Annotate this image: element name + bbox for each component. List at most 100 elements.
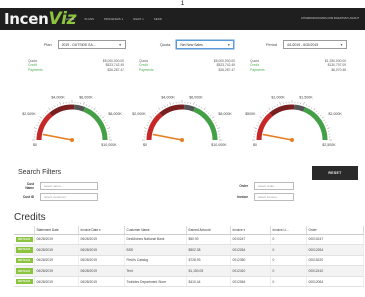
gauge-tick [262, 114, 264, 117]
details-button[interactable]: DETAILS [16, 257, 33, 264]
cell-earned-amount: $502.38 [186, 244, 231, 256]
table-row[interactable]: DETAILS 06/28/2019 06/26/2019 DesMoines Nat… [14, 234, 364, 246]
gauge-tick [104, 122, 107, 124]
gauge-needle [152, 133, 183, 141]
col-header-customer-name[interactable]: Customer Name [124, 226, 187, 235]
col-header-actions [14, 226, 35, 235]
cell-invoice: 0012064 [230, 276, 271, 288]
reset-button[interactable]: RESET [312, 166, 358, 180]
gauge-tick [321, 116, 325, 119]
cell-earned-amount: $410.44 [186, 276, 231, 288]
gauge-tick-label: $500K [245, 112, 256, 116]
cell-statement-date: 06/28/2019 [34, 244, 79, 256]
table-header-row: Statement Date Invoice Date ▾ Customer N… [14, 226, 364, 235]
nav-home[interactable]: HOME [66, 18, 75, 21]
gauge-tick-label: $4,000K [161, 96, 175, 100]
gauge-tick [253, 127, 257, 129]
chevron-down-icon: ▼ [340, 42, 343, 47]
cell-invoice-line: 0 [270, 265, 307, 277]
gauge-tick [277, 104, 279, 106]
table-row[interactable]: DETAILS 06/28/2019 06/28/2019 BSS $502.38 001… [14, 244, 364, 256]
gauge-tick [93, 107, 96, 111]
gauge-tick [268, 107, 271, 111]
order-input[interactable]: select order... [254, 182, 294, 190]
cell-invoice-line: 0 [270, 255, 307, 267]
cell-invoice: 0012264 [230, 244, 271, 256]
gauge-needle-hub [290, 138, 294, 142]
cust-id-filter: Cust ID select customer... [22, 193, 98, 201]
quota-value: Net New Sales [180, 42, 203, 47]
col-header-invoice[interactable]: Invoice ▾ [230, 226, 271, 235]
col-header-earned-amount[interactable]: Earned Amount [186, 226, 231, 235]
nav-programs[interactable]: PROGRAMS ▾ [104, 18, 123, 21]
details-button[interactable]: DETAILS [16, 236, 33, 242]
gauge-arc-segment [83, 106, 108, 141]
gauge-tick [149, 116, 153, 119]
order-label: Order [239, 184, 248, 188]
kpi-block-quota: Quota $5,000,000.00 Credit $523,742.49 Pay… [139, 59, 235, 72]
details-button[interactable]: DETAILS [16, 278, 33, 285]
invoice-input[interactable]: select invoice... [254, 193, 294, 201]
cust-id-input[interactable]: select customer... [40, 193, 98, 201]
gauge-3: $0 $500K $1,000K $1,500K $2,000K $2,500K [245, 96, 342, 147]
gauge-tick [158, 107, 161, 111]
gauge-tick [271, 107, 273, 109]
gauge-arc-segment [269, 104, 295, 117]
gauge-tick [323, 119, 325, 121]
invoice-filter: Invoice select invoice... [236, 193, 294, 201]
nav-what[interactable]: WHAT ▾ [133, 18, 144, 21]
gauge-tick [195, 104, 197, 106]
gauge-tick [101, 116, 105, 119]
gauge-tick [198, 105, 200, 108]
cell-invoice-line: 0 [270, 244, 307, 256]
period-dropdown[interactable]: 4/1/2019 - 6/30/2019 ▼ [282, 40, 347, 49]
col-header-invoice-date[interactable]: Invoice Date ▾ [78, 226, 125, 235]
gauge-tick [318, 112, 320, 114]
table-row[interactable]: DETAILS 06/28/2019 06/28/2019 Field's Catal… [14, 255, 364, 267]
gauge-tick [36, 125, 38, 127]
gauge-tick [266, 110, 269, 112]
quota-selector: Quota Net New Sales ▼ [160, 40, 235, 49]
gauge-tick-label: $0 [33, 143, 37, 147]
cell-invoice-date: 06/28/2019 [78, 255, 125, 267]
order-filter: Order select order... [236, 182, 294, 190]
gauge-tick [44, 112, 46, 114]
gauge-arc-segment [49, 104, 75, 117]
details-button[interactable]: DETAILS [16, 268, 33, 274]
quota-dropdown[interactable]: Net New Sales ▼ [176, 40, 235, 49]
gauge-tick [217, 127, 221, 129]
nav-send[interactable]: SEND [154, 18, 162, 21]
gauge-arc-segment [193, 106, 218, 141]
cell-earned-amount: $728.93 [186, 255, 231, 267]
table-row[interactable]: DETAILS 06/28/2019 06/28/2019 Tent $1,150.05… [14, 265, 364, 277]
cell-customer-name: Field's Catalog [124, 255, 187, 267]
user-info[interactable]: ATTAMDASSOCIATES.COM INCENTIVIZ LOGOUT [301, 8, 359, 30]
main-nav: HOME PLANS PROGRAMS ▾ WHAT ▾ SEND [66, 8, 162, 30]
cust-name-filter: Cust Name select name... [22, 182, 98, 190]
gauge-1: $0$2,000K$4,000K $6,000K$8,000K$10,000K [22, 96, 122, 147]
cust-name-input[interactable]: select name... [40, 182, 98, 190]
gauge-tick [259, 116, 263, 119]
nav-plans[interactable]: PLANS [85, 18, 95, 21]
search-filters-title: Search Filters [18, 169, 62, 176]
plan-dropdown[interactable]: 2019 - OUTSIDE SA... ▼ [57, 40, 126, 49]
col-header-invoice-line[interactable]: Invoice Li... [270, 226, 307, 235]
gauge-tick [303, 101, 305, 105]
gauge-tick-label: $6,000K [79, 96, 93, 100]
gauge-tick-label: $6,000K [189, 96, 203, 100]
period-selector: Period 4/1/2019 - 6/30/2019 ▼ [266, 40, 347, 49]
gauge-tick-label: $4,000K [51, 96, 65, 100]
table-row[interactable]: DETAILS 06/28/2019 06/28/2019 Twinkles Depa… [14, 276, 364, 288]
details-button[interactable]: DETAILS [16, 247, 33, 253]
gauge-tick-label: $10,000K [101, 143, 117, 147]
chevron-down-icon: ▼ [227, 42, 231, 47]
gauge-tick [324, 122, 327, 124]
logo-text: Incen [4, 10, 49, 28]
gauge-tick [214, 122, 217, 124]
col-header-statement-date[interactable]: Statement Date [34, 226, 79, 235]
gauge-tick [91, 107, 93, 109]
gauge-tick [167, 104, 169, 106]
col-header-order[interactable]: Order [306, 226, 364, 235]
gauge-tick [33, 127, 37, 129]
gauge-tick [149, 119, 151, 121]
